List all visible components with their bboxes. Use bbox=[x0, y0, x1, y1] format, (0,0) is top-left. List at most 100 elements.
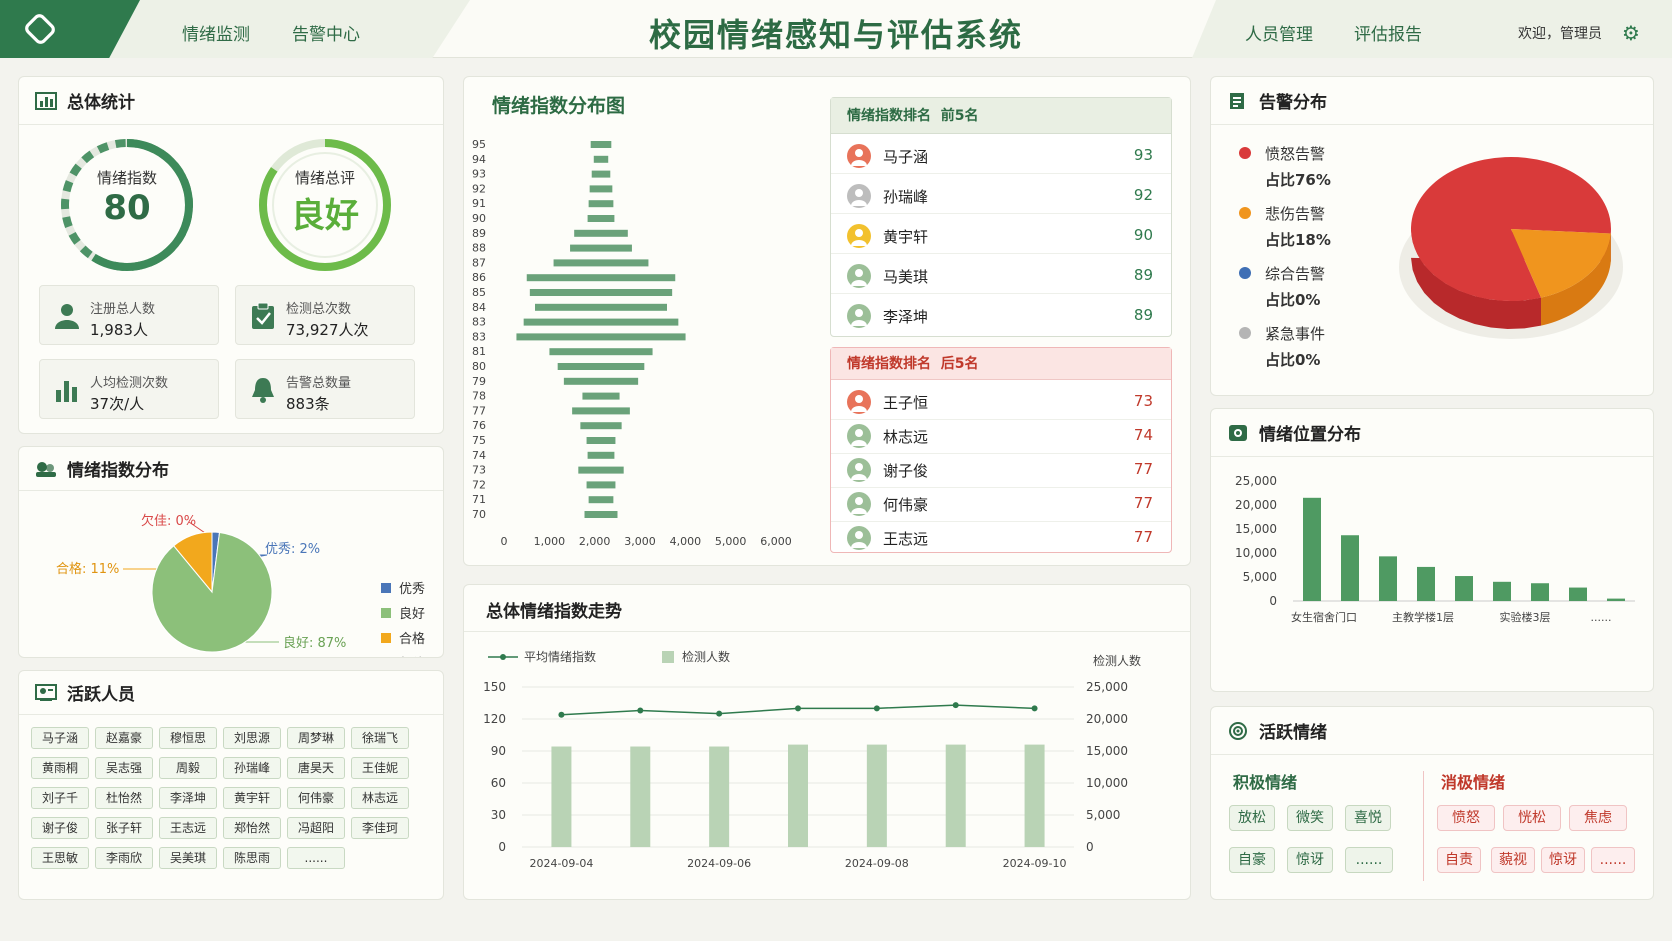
rank-name: 谢子俊 bbox=[883, 462, 929, 480]
person-tag[interactable]: 穆恒思 bbox=[159, 727, 217, 749]
person-tag[interactable]: 陈思雨 bbox=[223, 847, 281, 869]
person-tag[interactable]: 赵嘉豪 bbox=[95, 727, 153, 749]
avatar-icon bbox=[847, 390, 871, 414]
person-tag[interactable]: 刘子千 bbox=[31, 787, 89, 809]
trend-point bbox=[873, 705, 880, 712]
right-tick: 20,000 bbox=[1086, 712, 1128, 726]
person-tag[interactable]: 吴美琪 bbox=[159, 847, 217, 869]
dist-pie-title: 情绪指数分布 bbox=[67, 461, 169, 481]
legend-line-icon bbox=[500, 654, 506, 660]
person-tag[interactable]: 李泽坤 bbox=[159, 787, 217, 809]
gear-icon[interactable]: ⚙ bbox=[1622, 21, 1640, 45]
legend-dot-icon bbox=[1239, 327, 1251, 339]
person-tag[interactable]: 谢子俊 bbox=[31, 817, 89, 839]
rank-row[interactable]: 王志远 77 bbox=[831, 516, 1171, 556]
alerts-title: 告警分布 bbox=[1259, 93, 1327, 113]
bar-73 bbox=[578, 466, 624, 474]
legend-dot-icon bbox=[1239, 207, 1251, 219]
person-tag[interactable]: 冯超阳 bbox=[287, 817, 345, 839]
rank-row[interactable]: 李泽坤 89 bbox=[831, 294, 1171, 334]
person-tag[interactable]: 周梦琳 bbox=[287, 727, 345, 749]
bar-75 bbox=[586, 437, 616, 444]
negative-emotion-tag[interactable]: ...... bbox=[1591, 847, 1635, 873]
bar-83 bbox=[516, 333, 686, 341]
alerts-card: 告警分布 愤怒告警 占比76% 悲伤告警 占比18% 综合告警 占比0% 紧急事件 占比0% bbox=[1210, 76, 1654, 396]
alert-legend-pct: 占比76% bbox=[1265, 171, 1331, 189]
nav-personnel[interactable]: 人员管理 bbox=[1245, 20, 1313, 45]
negative-emotion-tag[interactable]: 愤怒 bbox=[1437, 805, 1495, 831]
person-tag[interactable]: 王志远 bbox=[159, 817, 217, 839]
nav-report[interactable]: 评估报告 bbox=[1354, 20, 1422, 45]
active-emotion-card: 活跃情绪 积极情绪 消极情绪 放松 微笑 喜悦 自豪 惊讶...... 愤怒 恍松 焦虑 自责藐… bbox=[1210, 706, 1654, 900]
bar-chart-icon bbox=[35, 91, 57, 110]
positive-emotion-tag[interactable]: 放松 bbox=[1229, 805, 1275, 831]
rank-score: 77 bbox=[1133, 494, 1153, 512]
bar-74 bbox=[587, 451, 615, 459]
legend-bar-label: 检测人数 bbox=[682, 649, 730, 664]
index-chart-title: 情绪指数分布图 bbox=[492, 95, 626, 117]
legend-swatch-good bbox=[381, 608, 391, 618]
person-tag[interactable]: 马子涵 bbox=[31, 727, 89, 749]
person-tag[interactable]: 何伟豪 bbox=[287, 787, 345, 809]
avatar-icon bbox=[847, 224, 871, 248]
negative-emotion-tag[interactable]: 自责 bbox=[1437, 847, 1481, 873]
rank-row[interactable]: 马美琪 89 bbox=[831, 254, 1171, 294]
right-tick: 25,000 bbox=[1086, 680, 1128, 694]
trend-point bbox=[716, 710, 723, 717]
negative-emotion-title: 消极情绪 bbox=[1441, 773, 1506, 792]
positive-emotion-tag[interactable]: 惊讶 bbox=[1287, 847, 1333, 873]
x-tick-label: 3,000 bbox=[624, 535, 656, 548]
rank-name: 马子涵 bbox=[883, 148, 929, 166]
person-tag[interactable]: 刘思源 bbox=[223, 727, 281, 749]
person-tag[interactable]: 黄宇轩 bbox=[223, 787, 281, 809]
bar-92 bbox=[589, 185, 613, 193]
person-tag[interactable]: 李雨欣 bbox=[95, 847, 153, 869]
person-tag[interactable]: 林志远 bbox=[351, 787, 409, 809]
stat-detections: 检测总次数 73,927人次 bbox=[235, 285, 415, 345]
person-tag[interactable]: 王思敏 bbox=[31, 847, 89, 869]
person-tag[interactable]: 黄雨桐 bbox=[31, 757, 89, 779]
positive-emotion-tag[interactable]: ...... bbox=[1345, 847, 1393, 873]
alert-legend-name: 愤怒告警 bbox=[1265, 145, 1326, 163]
rank-row[interactable]: 孙瑞峰 92 bbox=[831, 174, 1171, 214]
bar-79 bbox=[563, 377, 639, 385]
legend-pass: 合格 bbox=[399, 631, 425, 647]
distribution-pie-card: 情绪指数分布 欠佳: 0% 优秀: 2% 合格: 11% 良好: 87% 优秀 … bbox=[18, 446, 444, 658]
rank-score: 77 bbox=[1133, 528, 1153, 546]
person-tag[interactable]: 吴志强 bbox=[95, 757, 153, 779]
bar-93 bbox=[591, 170, 611, 178]
user-icon bbox=[55, 304, 79, 329]
clipboard-check-icon bbox=[252, 302, 274, 329]
person-tag[interactable]: 唐昊天 bbox=[287, 757, 345, 779]
bar-86 bbox=[526, 274, 676, 282]
index-label: 情绪指数 bbox=[96, 169, 157, 187]
person-tag[interactable]: 孙瑞峰 bbox=[223, 757, 281, 779]
negative-emotion-tag[interactable]: 焦虑 bbox=[1569, 805, 1627, 831]
trend-x-label: 2024-09-06 bbox=[687, 857, 751, 870]
negative-emotion-tag[interactable]: 惊讶 bbox=[1541, 847, 1585, 873]
positive-emotion-tag[interactable]: 微笑 bbox=[1287, 805, 1333, 831]
person-tag[interactable]: 李佳珂 bbox=[351, 817, 409, 839]
person-tag[interactable]: 王佳妮 bbox=[351, 757, 409, 779]
positive-emotion-tag[interactable]: 喜悦 bbox=[1345, 805, 1391, 831]
rank-score: 89 bbox=[1133, 306, 1153, 324]
negative-emotion-tag[interactable]: 藐视 bbox=[1491, 847, 1535, 873]
person-tag[interactable]: 周毅 bbox=[159, 757, 217, 779]
person-tag[interactable]: 徐瑞飞 bbox=[351, 727, 409, 749]
legend-line-label: 平均情绪指数 bbox=[524, 649, 596, 664]
rank-score: 89 bbox=[1133, 266, 1153, 284]
right-tick: 15,000 bbox=[1086, 744, 1128, 758]
person-tag[interactable]: 张子轩 bbox=[95, 817, 153, 839]
x-tick-label: 4,000 bbox=[670, 535, 702, 548]
y-tick-label: 72 bbox=[472, 478, 486, 491]
person-tag[interactable]: ...... bbox=[287, 847, 345, 869]
alert-legend-name: 悲伤告警 bbox=[1265, 205, 1326, 223]
person-tag[interactable]: 杜怡然 bbox=[95, 787, 153, 809]
welcome-text: 欢迎，管理员 bbox=[1518, 26, 1602, 42]
positive-emotion-tag[interactable]: 自豪 bbox=[1229, 847, 1275, 873]
loc-bar bbox=[1569, 587, 1587, 601]
rank-row[interactable]: 马子涵 93 bbox=[831, 134, 1171, 174]
person-tag[interactable]: 郑怡然 bbox=[223, 817, 281, 839]
negative-emotion-tag[interactable]: 恍松 bbox=[1503, 805, 1561, 831]
rank-row[interactable]: 黄宇轩 90 bbox=[831, 214, 1171, 254]
